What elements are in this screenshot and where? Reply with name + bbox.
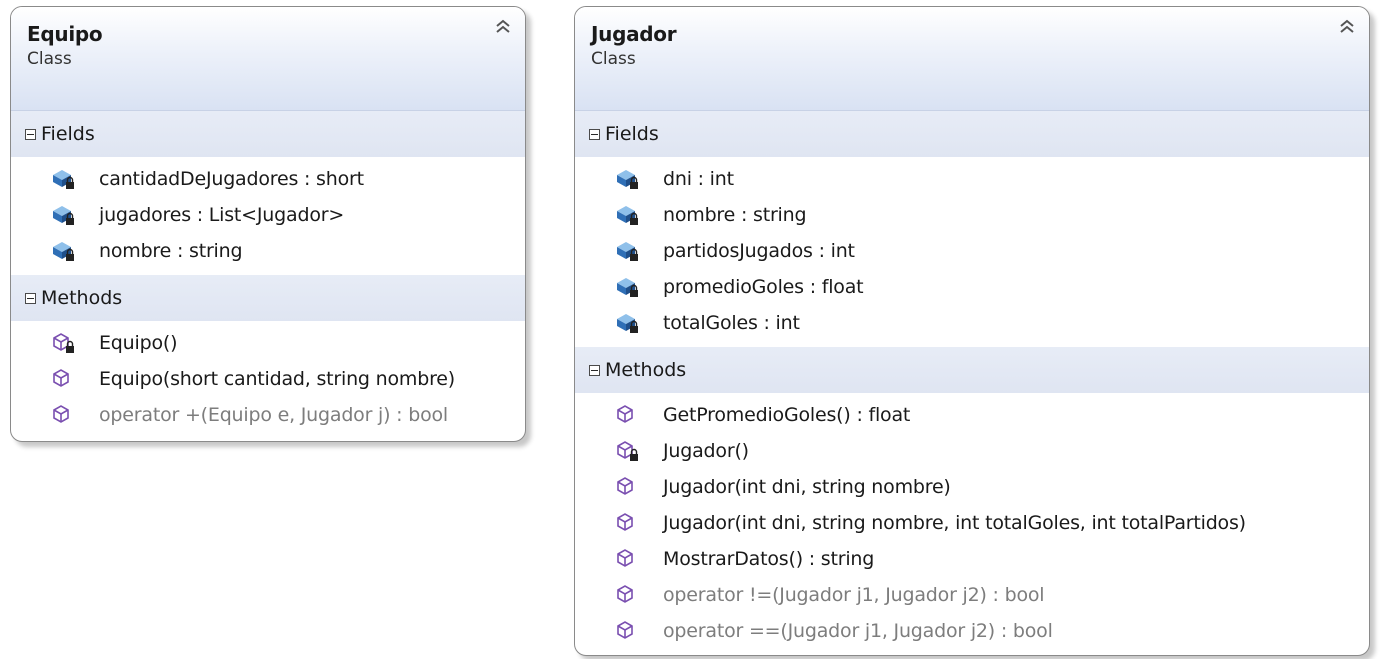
method-item[interactable]: GetPromedioGoles() : float: [575, 397, 1369, 433]
methods-compartment-header[interactable]: Methods: [11, 275, 525, 321]
private-field-icon: [51, 167, 79, 191]
field-item[interactable]: totalGoles : int: [575, 305, 1369, 341]
private-field-icon: [51, 203, 79, 227]
field-item[interactable]: dni : int: [575, 161, 1369, 197]
method-label: Equipo(short cantidad, string nombre): [99, 368, 455, 390]
field-label: dni : int: [663, 168, 734, 190]
method-item[interactable]: Jugador(int dni, string nombre, int tota…: [575, 505, 1369, 541]
method-item[interactable]: Jugador(): [575, 433, 1369, 469]
method-item[interactable]: MostrarDatos() : string: [575, 541, 1369, 577]
class-name: Jugador: [591, 22, 677, 46]
field-label: cantidadDeJugadores : short: [99, 168, 364, 190]
public-method-icon: [615, 547, 643, 571]
double-chevron-up-icon[interactable]: [493, 17, 513, 37]
field-label: totalGoles : int: [663, 312, 800, 334]
compartment-label: Methods: [41, 287, 123, 309]
method-item[interactable]: operator ==(Jugador j1, Jugador j2) : bo…: [575, 613, 1369, 649]
methods-compartment-header[interactable]: Methods: [575, 347, 1369, 393]
method-label: operator +(Equipo e, Jugador j) : bool: [99, 404, 449, 426]
minus-toggle-icon[interactable]: [589, 128, 600, 140]
field-item[interactable]: nombre : string: [575, 197, 1369, 233]
field-item[interactable]: partidosJugados : int: [575, 233, 1369, 269]
minus-toggle-icon[interactable]: [589, 364, 600, 376]
class-header[interactable]: Equipo Class: [11, 7, 525, 111]
public-method-icon: [615, 403, 643, 427]
method-item[interactable]: Equipo(short cantidad, string nombre): [11, 361, 525, 397]
private-method-icon: [615, 439, 643, 463]
public-method-icon: [51, 403, 79, 427]
private-field-icon: [615, 311, 643, 335]
fields-list: dni : int nombre : string partidosJugado…: [575, 157, 1369, 347]
method-item[interactable]: operator +(Equipo e, Jugador j) : bool: [11, 397, 525, 433]
field-item[interactable]: promedioGoles : float: [575, 269, 1369, 305]
private-field-icon: [51, 239, 79, 263]
private-method-icon: [51, 331, 79, 355]
methods-list: Equipo() Equipo(short cantidad, string n…: [11, 321, 525, 439]
class-kind: Class: [591, 49, 636, 69]
fields-list: cantidadDeJugadores : short jugadores : …: [11, 157, 525, 275]
method-label: operator !=(Jugador j1, Jugador j2) : bo…: [663, 584, 1045, 606]
private-field-icon: [615, 203, 643, 227]
field-label: partidosJugados : int: [663, 240, 855, 262]
method-label: Jugador(int dni, string nombre): [663, 476, 951, 498]
public-method-icon: [615, 475, 643, 499]
public-method-icon: [615, 511, 643, 535]
method-item[interactable]: Jugador(int dni, string nombre): [575, 469, 1369, 505]
minus-toggle-icon[interactable]: [25, 128, 36, 140]
method-label: Equipo(): [99, 332, 178, 354]
class-box-jugador[interactable]: Jugador Class Fields dni : int nombre : …: [574, 6, 1370, 656]
method-label: Jugador(): [663, 440, 749, 462]
field-label: jugadores : List<Jugador>: [99, 204, 345, 226]
method-label: MostrarDatos() : string: [663, 548, 875, 570]
public-method-icon: [615, 619, 643, 643]
method-label: Jugador(int dni, string nombre, int tota…: [663, 512, 1246, 534]
public-method-icon: [51, 367, 79, 391]
method-label: operator ==(Jugador j1, Jugador j2) : bo…: [663, 620, 1053, 642]
private-field-icon: [615, 167, 643, 191]
private-field-icon: [615, 275, 643, 299]
minus-toggle-icon[interactable]: [25, 292, 36, 304]
fields-compartment-header[interactable]: Fields: [11, 111, 525, 157]
class-header[interactable]: Jugador Class: [575, 7, 1369, 111]
compartment-label: Fields: [605, 123, 659, 145]
class-box-equipo[interactable]: Equipo Class Fields cantidadDeJugadores …: [10, 6, 526, 442]
methods-list: GetPromedioGoles() : float Jugador() Jug…: [575, 393, 1369, 655]
class-name: Equipo: [27, 22, 103, 46]
private-field-icon: [615, 239, 643, 263]
field-item[interactable]: cantidadDeJugadores : short: [11, 161, 525, 197]
method-label: GetPromedioGoles() : float: [663, 404, 911, 426]
compartment-label: Fields: [41, 123, 95, 145]
fields-compartment-header[interactable]: Fields: [575, 111, 1369, 157]
class-kind: Class: [27, 49, 72, 69]
field-item[interactable]: nombre : string: [11, 233, 525, 269]
field-label: nombre : string: [663, 204, 807, 226]
double-chevron-up-icon[interactable]: [1337, 17, 1357, 37]
field-item[interactable]: jugadores : List<Jugador>: [11, 197, 525, 233]
method-item[interactable]: Equipo(): [11, 325, 525, 361]
method-item[interactable]: operator !=(Jugador j1, Jugador j2) : bo…: [575, 577, 1369, 613]
field-label: nombre : string: [99, 240, 243, 262]
public-method-icon: [615, 583, 643, 607]
field-label: promedioGoles : float: [663, 276, 864, 298]
compartment-label: Methods: [605, 359, 687, 381]
